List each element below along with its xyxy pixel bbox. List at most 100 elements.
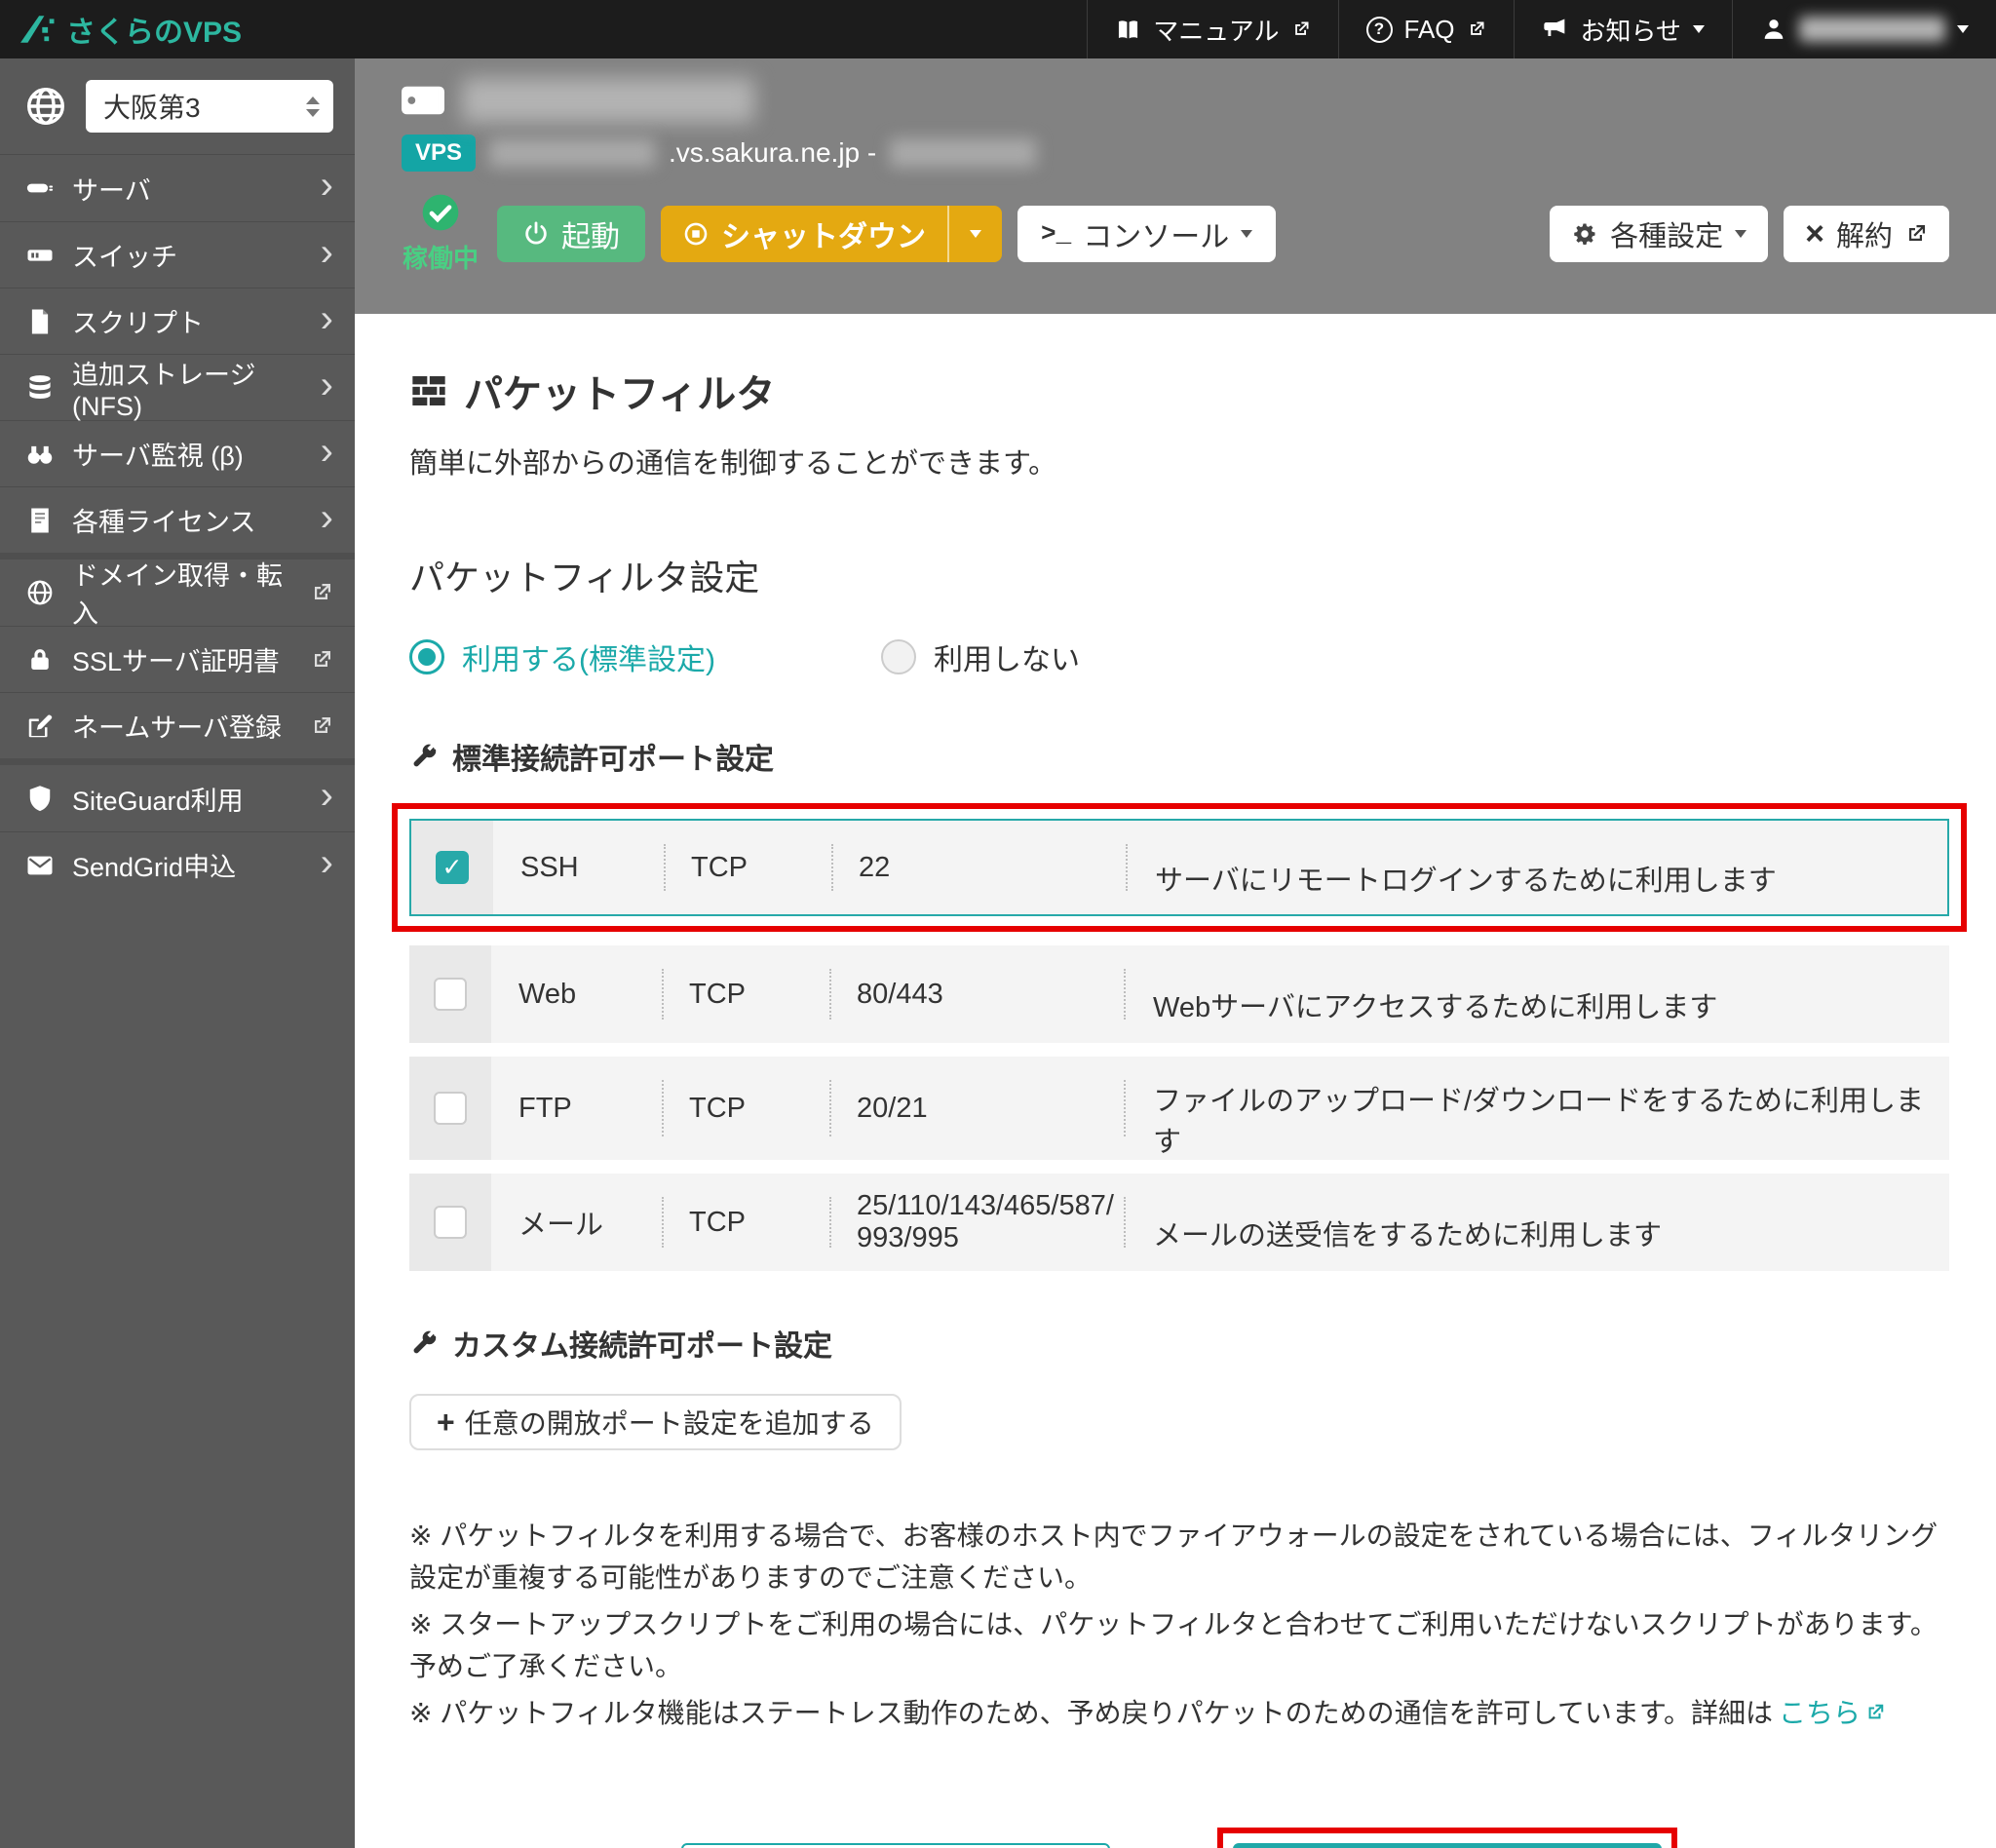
account-menu[interactable] [1732,0,1996,58]
port-name: メール [491,1174,662,1271]
server-status: 稼働中 [402,193,480,275]
region-select[interactable]: 大阪第3 [86,80,333,133]
details-link[interactable]: こちら [1779,1692,1886,1734]
envelope-icon [25,851,55,880]
radio-use-standard[interactable]: 利用する(標準設定) [409,635,715,678]
sidebar-item-label: SendGrid申込 [72,846,236,884]
sidebar-item-label: スイッチ [72,236,177,274]
external-link-icon [1291,19,1311,39]
sidebar-item-sendgrid[interactable]: SendGrid申込 › [0,831,355,898]
cancel-contract-button[interactable]: × 解約 [1784,206,1949,262]
add-port-button[interactable]: + 任意の開放ポート設定を追加する [409,1394,902,1450]
shutdown-button[interactable]: シャットダウン [661,206,947,262]
sidebar-item-domain[interactable]: ドメイン取得・転入 [0,559,355,626]
filter-radio-group: 利用する(標準設定) 利用しない [409,635,1949,678]
manual-label: マニュアル [1153,12,1279,48]
sidebar-group-main: サーバ › スイッチ › スクリプト › 追加ストレージ(NFS) › サーバ監… [0,154,355,553]
port-description: サーバにリモートログインするために利用します [1128,842,1947,914]
wrench-icon [409,1328,439,1358]
sidebar: 大阪第3 サーバ › スイッチ › スクリプト › [0,58,355,1848]
switch-icon [25,241,55,270]
caret-down-icon [1735,230,1746,238]
sidebar-item-licenses[interactable]: 各種ライセンス › [0,486,355,553]
sakura-vps-logo[interactable]: さくらのVPS [0,8,242,51]
sidebar-item-monitoring[interactable]: サーバ監視 (β) › [0,420,355,486]
edit-icon [25,712,55,741]
shield-icon [25,784,55,813]
top-nav: マニュアル ? FAQ お知らせ [1087,0,1996,58]
custom-ports-heading: カスタム接続許可ポート設定 [409,1322,1949,1365]
shutdown-dropdown-toggle[interactable] [947,206,1002,262]
cancel-button[interactable]: キャンセル [681,1843,1110,1848]
megaphone-icon [1542,16,1569,43]
manual-link[interactable]: マニュアル [1087,0,1337,58]
top-bar: さくらのVPS マニュアル ? FAQ [0,0,1996,58]
chevron-right-icon: › [321,432,333,471]
gear-icon [1571,220,1598,248]
ssh-checkbox[interactable]: ✓ [436,851,469,884]
sidebar-item-storage[interactable]: 追加ストレージ(NFS) › [0,354,355,420]
sidebar-item-ssl[interactable]: SSLサーバ証明書 [0,626,355,692]
port-description: Webサーバにアクセスするために利用します [1126,967,1949,1043]
web-checkbox[interactable] [434,978,467,1011]
checkbox-cell: ✓ [411,821,493,914]
mail-checkbox[interactable] [434,1206,467,1239]
server-header: VPS .vs.sakura.ne.jp - 稼働中 起動 [355,58,1996,314]
external-link-icon [1864,1702,1886,1723]
sidebar-item-server[interactable]: サーバ › [0,155,355,221]
caret-down-icon [1241,230,1252,238]
radio-selected-icon [409,639,444,674]
server-name-redacted [462,78,754,123]
settings-menu-button[interactable]: 各種設定 [1550,206,1768,262]
news-label: お知らせ [1581,12,1681,48]
sidebar-group-external: ドメイン取得・転入 SSLサーバ証明書 ネームサーバ登録 [0,553,355,758]
port-number: 80/443 [857,979,943,1011]
brick-wall-icon [409,371,448,410]
sidebar-item-switch[interactable]: スイッチ › [0,221,355,288]
annotation-rectangle: ✓ SSH TCP 22 サーバにリモートログインするために利用します [392,803,1967,932]
start-button[interactable]: 起動 [497,206,645,262]
port-description: メールの送受信をするために利用します [1126,1195,1949,1271]
chevron-right-icon: › [321,299,333,338]
checkbox-cell [409,1174,491,1271]
console-prompt-icon: >_ [1041,219,1071,249]
sidebar-item-label: ドメイン取得・転入 [72,555,292,631]
sidebar-item-nameserver[interactable]: ネームサーバ登録 [0,692,355,758]
submit-button[interactable]: 設定 [1233,1843,1662,1848]
chevron-right-icon: › [321,843,333,882]
sidebar-item-label: サーバ監視 (β) [72,435,244,473]
shutdown-button-group: シャットダウン [661,206,1002,262]
lock-icon [25,645,55,674]
chevron-right-icon: › [321,498,333,537]
faq-label: FAQ [1404,15,1455,45]
console-button[interactable]: >_ コンソール [1017,206,1276,262]
radio-not-use[interactable]: 利用しない [881,635,1080,678]
account-name-redacted [1799,17,1945,42]
globe-icon [23,84,68,129]
page-title: パケットフィルタ [409,363,1949,419]
stop-circle-icon [682,220,710,248]
port-table: ✓ SSH TCP 22 サーバにリモートログインするために利用します Web [409,803,1949,1271]
port-row-web: Web TCP 80/443 Webサーバにアクセスするために利用します [409,945,1949,1043]
checkbox-cell [409,1057,491,1160]
logo-text: さくらのVPS [66,8,242,51]
sidebar-item-siteguard[interactable]: SiteGuard利用 › [0,765,355,831]
caret-down-icon [1957,25,1969,33]
port-protocol: TCP [664,1057,829,1160]
question-icon: ? [1366,17,1393,43]
port-row-ssh: ✓ SSH TCP 22 サーバにリモートログインするために利用します [409,819,1949,916]
page-description: 簡単に外部からの通信を制御することができます。 [409,441,1949,481]
sidebar-item-label: 各種ライセンス [72,501,255,539]
port-row-ftp: FTP TCP 20/21 ファイルのアップロード/ダウンロードをするために利用… [409,1057,1949,1160]
faq-link[interactable]: ? FAQ [1338,0,1514,58]
notes: ※ パケットフィルタを利用する場合で、お客様のホスト内でファイアウォールの設定を… [409,1515,1949,1734]
news-menu[interactable]: お知らせ [1514,0,1732,58]
port-protocol: TCP [664,1174,829,1271]
ftp-checkbox[interactable] [434,1092,467,1125]
chevron-right-icon: › [321,776,333,815]
external-link-icon [1467,19,1486,39]
vps-badge: VPS [402,135,476,172]
external-link-icon [1904,222,1928,246]
sidebar-item-label: 追加ストレージ(NFS) [72,354,303,422]
sidebar-item-script[interactable]: スクリプト › [0,288,355,354]
